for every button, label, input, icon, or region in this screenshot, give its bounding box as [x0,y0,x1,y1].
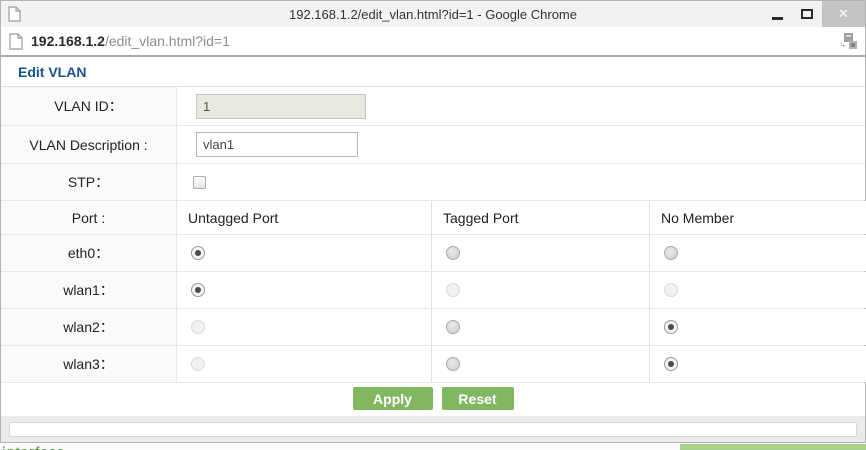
port-radio-cell [431,346,649,382]
vlan-description-row: VLAN Description : [1,126,865,164]
minimize-button[interactable] [762,1,792,27]
port-radio-cell [649,272,866,308]
radio-eth0-nomember[interactable] [664,246,678,260]
button-row: Apply Reset [1,383,865,415]
radio-wlan1-untagged[interactable] [191,283,205,297]
url-host: 192.168.1.2 [31,33,105,49]
port-row: wlan2： [1,309,866,346]
stp-checkbox[interactable] [193,175,206,189]
footer-strip [9,422,857,437]
vlan-id-label: VLAN ID： [1,87,177,125]
port-row: wlan3： [1,346,866,383]
background-text: interface [2,444,65,450]
vlan-description-label: VLAN Description : [1,126,177,163]
port-radio-cell [649,346,866,382]
window-title: 192.168.1.2/edit_vlan.html?id=1 - Google… [289,6,577,22]
browser-window: 192.168.1.2/edit_vlan.html?id=1 - Google… [0,0,866,443]
radio-eth0-untagged[interactable] [191,246,205,260]
port-row: eth0： [1,235,866,272]
port-radio-cell [431,309,649,345]
address-bar[interactable]: 192.168.1.2/edit_vlan.html?id=1 ↳ [1,27,865,57]
page-title: Edit VLAN [1,57,865,87]
port-radio-cell [177,235,431,271]
stp-label: STP： [1,164,177,200]
stp-cell [177,164,865,200]
column-header-untagged: Untagged Port [177,201,431,234]
apply-button[interactable]: Apply [352,387,433,410]
column-header-nomember: No Member [649,201,866,234]
port-row-label: wlan1： [1,272,177,308]
vlan-description-cell [177,126,865,163]
radio-wlan1-nomember [664,283,678,297]
maximize-button[interactable] [792,1,822,27]
radio-wlan3-tagged[interactable] [446,357,460,371]
port-row-label: wlan2： [1,309,177,345]
port-radio-cell [649,309,866,345]
port-radio-cell [177,309,431,345]
column-header-tagged: Tagged Port [431,201,649,234]
port-radio-cell [431,272,649,308]
page-document-icon [9,32,23,50]
frames-icon[interactable]: ↳ [840,33,857,49]
green-bar [680,444,866,450]
url-text[interactable]: 192.168.1.2/edit_vlan.html?id=1 [31,33,840,49]
url-path: /edit_vlan.html?id=1 [104,33,230,49]
vlan-id-cell [177,87,865,125]
port-row: wlan1： [1,272,866,309]
port-row-label: eth0： [1,235,177,271]
radio-eth0-tagged[interactable] [446,246,460,260]
radio-wlan2-nomember[interactable] [664,320,678,334]
port-radio-cell [431,235,649,271]
radio-wlan2-untagged [191,320,205,334]
close-button[interactable]: ✕ [822,1,865,27]
reset-button[interactable]: Reset [441,387,514,410]
port-radio-cell [177,272,431,308]
port-label: Port : [1,201,177,234]
vlan-description-input[interactable] [196,132,358,157]
port-rows: eth0： wlan1： wlan2： wlan3： [1,235,866,383]
radio-wlan3-nomember[interactable] [664,357,678,371]
port-header-row: Port : Untagged Port Tagged Port No Memb… [1,201,866,235]
window-footer [1,416,865,442]
stp-row: STP： [1,164,865,201]
frame-arrow-icon: ↳ [840,42,846,49]
radio-wlan1-tagged [446,283,460,297]
maximize-icon [801,9,813,19]
background-window-strip: interface [0,443,866,450]
radio-wlan3-untagged [191,357,205,371]
title-bar: 192.168.1.2/edit_vlan.html?id=1 - Google… [1,1,865,27]
minimize-icon [771,16,783,20]
port-radio-cell [177,346,431,382]
radio-wlan2-tagged[interactable] [446,320,460,334]
vlan-id-input [196,93,366,119]
frame-square-icon [849,41,857,49]
window-controls: ✕ [762,1,865,27]
port-row-label: wlan3： [1,346,177,382]
vlan-id-row: VLAN ID： [1,87,865,126]
port-radio-cell [649,235,866,271]
page-content: Edit VLAN VLAN ID： VLAN Description : ST… [1,57,866,415]
